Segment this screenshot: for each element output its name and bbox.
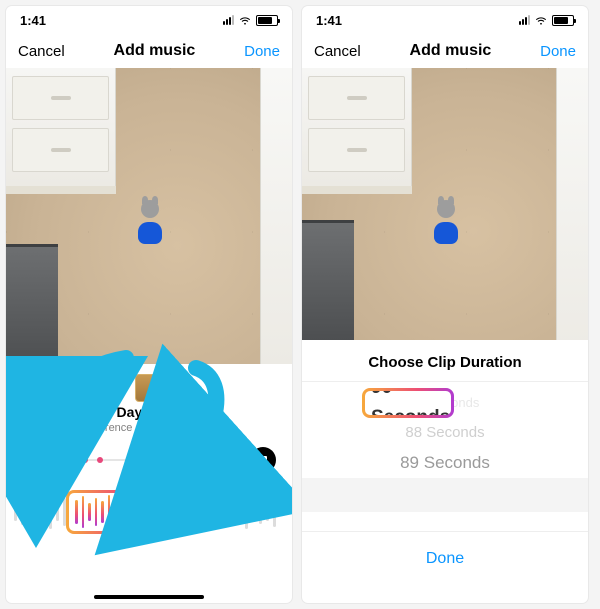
cellular-icon xyxy=(223,15,234,25)
music-info: Dog Days Are Over Florence + The Machine xyxy=(6,364,292,438)
status-time: 1:41 xyxy=(20,13,46,28)
cancel-button[interactable]: Cancel xyxy=(314,43,361,60)
battery-icon xyxy=(256,15,278,26)
nav-bar: Cancel Add music Done xyxy=(302,34,588,68)
picker-selection-band xyxy=(302,478,588,512)
song-artist: Florence + The Machine xyxy=(90,422,209,434)
status-bar: 1:41 xyxy=(6,6,292,34)
cellular-icon xyxy=(519,15,530,25)
song-title: Dog Days Are Over xyxy=(85,404,212,420)
phone-left: 1:41 Cancel Add music Done xyxy=(6,6,292,603)
wifi-icon xyxy=(238,13,252,27)
choose-duration-title: Choose Clip Duration xyxy=(302,340,588,381)
wifi-icon xyxy=(534,13,548,27)
picker-done-button[interactable]: Done xyxy=(302,531,588,586)
picker-option[interactable]: 88 Seconds xyxy=(405,418,484,448)
photo-preview xyxy=(6,68,292,364)
duration-picker[interactable]: 87 Seconds 88 Seconds 89 Seconds 90 Seco… xyxy=(302,381,588,531)
duration-button[interactable]: 30 xyxy=(22,446,50,474)
album-art[interactable] xyxy=(135,374,163,402)
cancel-button[interactable]: Cancel xyxy=(18,43,65,60)
waveform[interactable] xyxy=(6,484,292,540)
status-time: 1:41 xyxy=(316,13,342,28)
controls-row: 30 xyxy=(6,438,292,478)
pet-subject xyxy=(428,200,464,244)
phone-right: 1:41 Cancel Add music Done xyxy=(302,6,588,603)
pet-subject xyxy=(132,200,168,244)
battery-icon xyxy=(552,15,574,26)
nav-bar: Cancel Add music Done xyxy=(6,34,292,68)
selection-window[interactable] xyxy=(66,490,158,534)
status-icons xyxy=(519,13,574,27)
photo-preview xyxy=(302,68,588,340)
picker-option-selected[interactable]: 90 Seconds xyxy=(362,388,454,418)
stop-button[interactable] xyxy=(250,447,276,473)
nav-title: Add music xyxy=(410,42,492,60)
picker-option[interactable]: 89 Seconds xyxy=(400,448,490,478)
done-button[interactable]: Done xyxy=(244,43,280,60)
status-bar: 1:41 xyxy=(302,6,588,34)
status-icons xyxy=(223,13,278,27)
home-indicator[interactable] xyxy=(94,595,204,599)
scrubber[interactable] xyxy=(60,453,240,467)
nav-title: Add music xyxy=(114,42,196,60)
duration-label: 30 xyxy=(30,454,42,466)
done-button[interactable]: Done xyxy=(540,43,576,60)
